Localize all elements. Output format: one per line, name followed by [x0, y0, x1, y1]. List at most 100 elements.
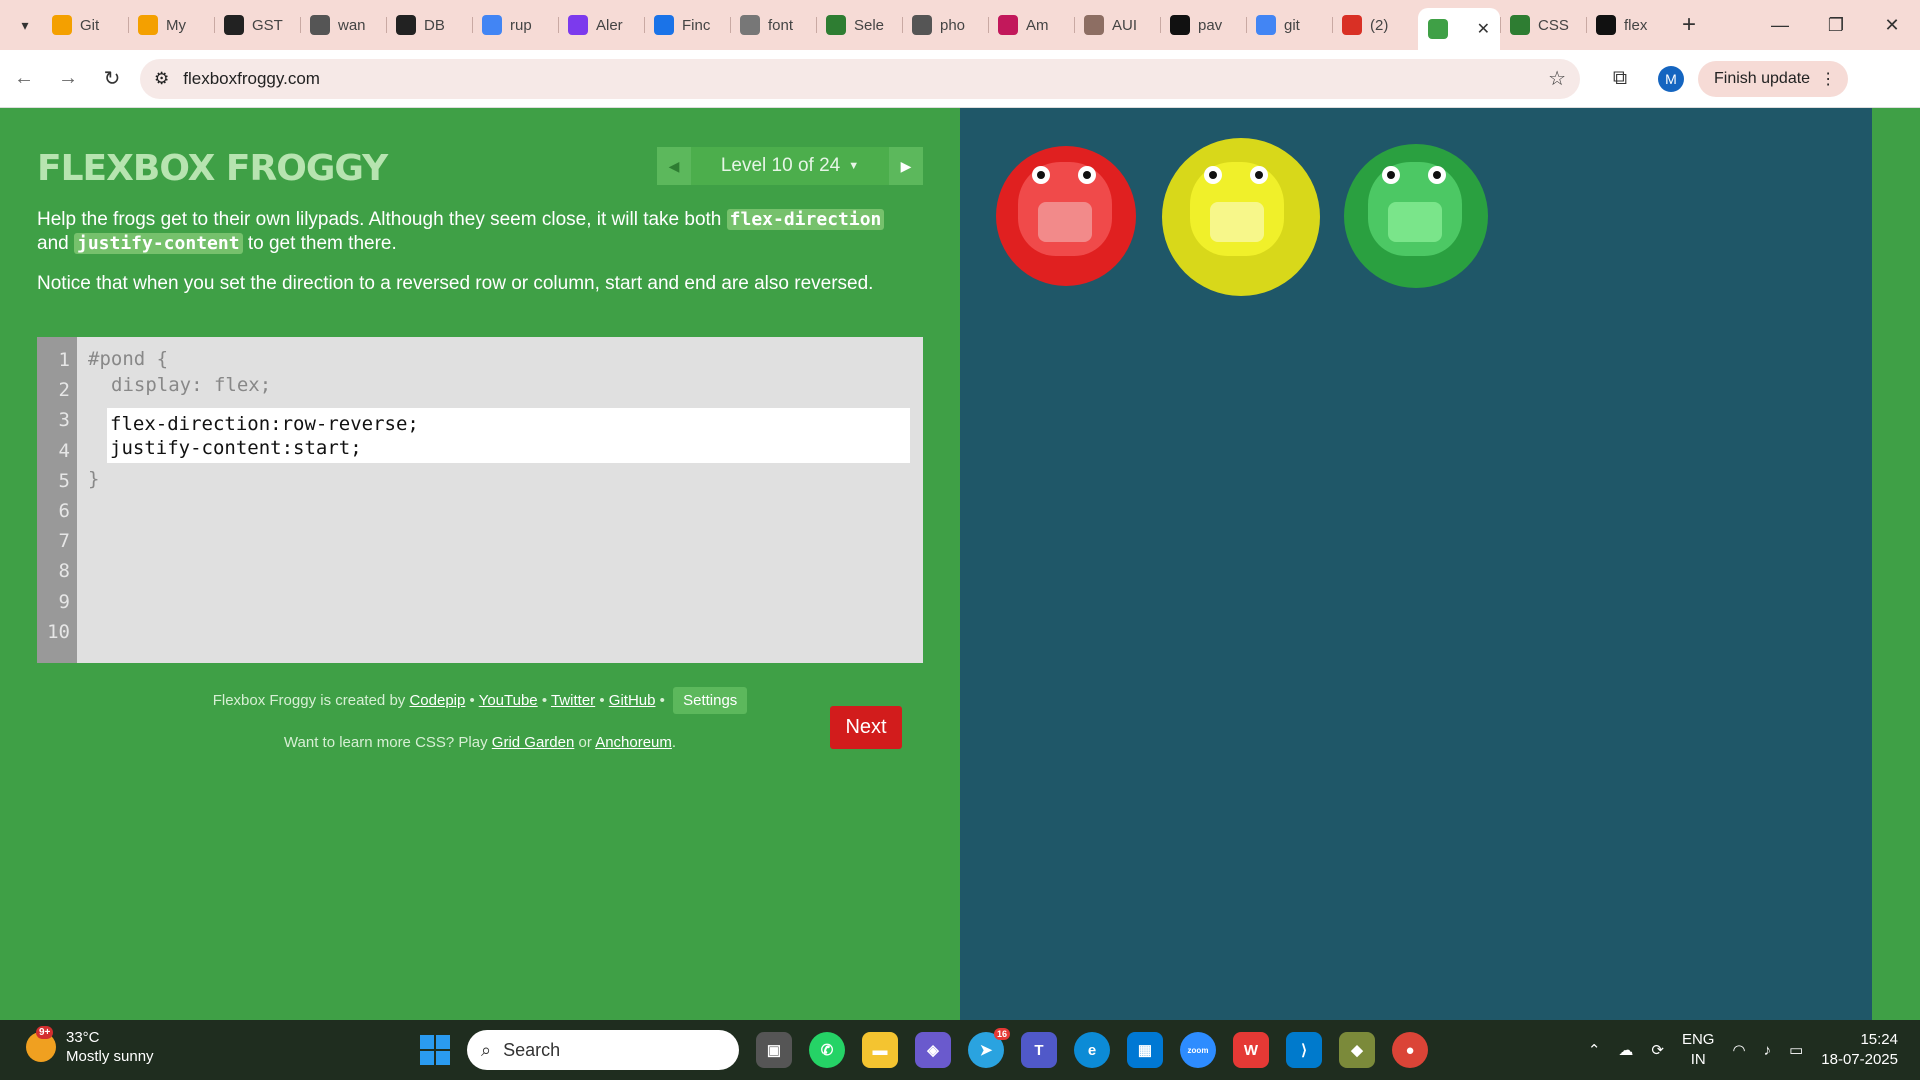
level-dropdown[interactable]: Level 10 of 24 ▼ — [691, 147, 889, 185]
browser-tab[interactable]: (2) — [1332, 5, 1418, 45]
telegram-badge: 16 — [993, 1028, 1010, 1040]
css-input-textarea[interactable]: flex-direction:row-reverse; justify-cont… — [107, 408, 910, 463]
teams-icon[interactable]: T — [1021, 1032, 1057, 1068]
previous-level-icon[interactable]: ◀ — [657, 147, 691, 185]
frog-eye — [1078, 166, 1096, 184]
anchoreum-link[interactable]: Anchoreum — [595, 734, 672, 751]
store-icon[interactable]: ▦ — [1127, 1032, 1163, 1068]
windows-taskbar: 9+ 33°C Mostly sunny ⌕ Search ▣ ✆ ▬ ◈ ➤ 1… — [0, 1020, 1920, 1080]
browser-tab[interactable]: flex — [1586, 5, 1672, 45]
bookmark-star-icon[interactable]: ☆ — [1548, 66, 1566, 91]
browser-tab[interactable]: CSS — [1500, 5, 1586, 45]
browser-tab[interactable]: Git — [42, 5, 128, 45]
youtube-link[interactable]: YouTube — [479, 692, 538, 709]
browser-tab[interactable]: pav — [1160, 5, 1246, 45]
telegram-icon[interactable]: ➤ 16 — [968, 1028, 1010, 1068]
input-line-2[interactable]: justify-content:start; — [110, 437, 362, 459]
vscode-icon[interactable]: ⟩ — [1286, 1032, 1322, 1068]
line-number: 10 — [47, 620, 70, 643]
browser-tab-bar: ▾ Git My GST wan DB rup Aler Finc font Sele pho Am A… — [0, 0, 1920, 50]
line-number: 4 — [58, 439, 70, 462]
tab-search-button[interactable]: ▾ — [8, 8, 42, 42]
codepip-link[interactable]: Codepip — [409, 692, 465, 709]
next-level-icon[interactable]: ▶ — [889, 147, 923, 185]
tab-title: flex — [1624, 16, 1648, 34]
browser-tab[interactable]: Sele — [816, 5, 902, 45]
tab-favicon-icon — [1084, 15, 1104, 35]
weather-widget[interactable]: 9+ 33°C Mostly sunny — [26, 1026, 154, 1066]
bullet-separator: • — [599, 692, 605, 709]
browser-tab[interactable]: My — [128, 5, 214, 45]
browser-tab[interactable]: font — [730, 5, 816, 45]
line-number: 7 — [58, 530, 70, 553]
onedrive-icon[interactable]: ☁ — [1618, 1041, 1633, 1059]
line-number-gutter: 1 2 3 4 5 6 7 8 9 10 — [37, 337, 77, 663]
git-icon[interactable]: ◆ — [1339, 1032, 1375, 1068]
whatsapp-icon[interactable]: ✆ — [809, 1032, 845, 1068]
edge-icon[interactable]: e — [1074, 1032, 1110, 1068]
browser-tab[interactable]: DB — [386, 5, 472, 45]
finish-update-label: Finish update — [1714, 69, 1811, 87]
wifi-icon[interactable]: ◠ — [1732, 1041, 1745, 1059]
file-explorer-icon[interactable]: ▬ — [862, 1032, 898, 1068]
line-number: 9 — [58, 590, 70, 613]
browser-tab[interactable]: GST — [214, 5, 300, 45]
browser-tab[interactable]: rup — [472, 5, 558, 45]
task-view-icon[interactable]: ▣ — [756, 1032, 792, 1068]
input-line-1[interactable]: flex-direction:row-reverse; — [110, 413, 419, 435]
browser-tab[interactable]: git — [1246, 5, 1332, 45]
code-keyword-flex-direction[interactable]: flex-direction — [726, 209, 885, 230]
close-tab-icon[interactable]: ✕ — [1477, 19, 1490, 39]
chevron-up-icon[interactable]: ⌃ — [1588, 1041, 1601, 1059]
line-number: 1 — [58, 349, 70, 371]
taskbar-search-label: Search — [503, 1039, 561, 1060]
learn-more-text: Want to learn more CSS? Play — [283, 734, 488, 751]
wps-icon[interactable]: W — [1233, 1032, 1269, 1068]
restore-icon[interactable]: ❐ — [1808, 0, 1864, 50]
browser-tab[interactable]: ✕ — [1418, 8, 1500, 50]
language-indicator[interactable]: ENG IN — [1682, 1030, 1715, 1070]
back-icon[interactable]: ← — [4, 59, 44, 99]
line-number: 2 — [58, 379, 70, 402]
browser-tab[interactable]: AUI — [1074, 5, 1160, 45]
volume-icon[interactable]: ♪ — [1764, 1042, 1772, 1059]
new-tab-button[interactable]: + — [1672, 11, 1706, 39]
grid-garden-link[interactable]: Grid Garden — [492, 734, 575, 751]
settings-button[interactable]: Settings — [673, 687, 748, 714]
github-link[interactable]: GitHub — [609, 692, 656, 709]
tab-favicon-icon — [138, 15, 158, 35]
twitter-link[interactable]: Twitter — [551, 692, 595, 709]
tab-favicon-icon — [482, 15, 502, 35]
start-windows-icon[interactable] — [420, 1035, 450, 1065]
search-icon: ⌕ — [481, 1039, 492, 1060]
browser-tab[interactable]: Am — [988, 5, 1074, 45]
code-line-close: } — [88, 468, 100, 490]
finish-update-button[interactable]: Finish update ⋮ — [1698, 60, 1849, 97]
minimize-icon[interactable]: — — [1752, 0, 1808, 50]
tab-favicon-icon — [224, 15, 244, 35]
tab-title: AUI — [1112, 16, 1138, 34]
code-keyword-justify-content[interactable]: justify-content — [73, 233, 243, 254]
browser-tab[interactable]: pho — [902, 5, 988, 45]
clock[interactable]: 15:24 18-07-2025 — [1821, 1030, 1898, 1070]
url-omnibox[interactable]: ⚙ flexboxfroggy.com ☆ — [140, 58, 1580, 99]
close-window-icon[interactable]: ✕ — [1864, 0, 1920, 50]
extensions-icon[interactable]: ⧉ — [1600, 59, 1640, 99]
code-line-open: #pond { — [88, 348, 169, 370]
battery-icon[interactable]: ▭ — [1789, 1041, 1803, 1059]
site-info-icon[interactable]: ⚙ — [154, 69, 169, 89]
tab-title: My — [166, 16, 186, 34]
profile-avatar[interactable]: M — [1658, 65, 1684, 92]
browser-tab[interactable]: Aler — [558, 5, 644, 45]
url-text[interactable]: flexboxfroggy.com — [183, 69, 320, 89]
browser-tab[interactable]: Finc — [644, 5, 730, 45]
sync-icon[interactable]: ⟳ — [1651, 1041, 1664, 1059]
forward-icon[interactable]: → — [48, 59, 88, 99]
zoom-icon[interactable]: zoom — [1180, 1032, 1216, 1068]
copilot-icon[interactable]: ◈ — [915, 1032, 951, 1068]
chrome-icon[interactable]: ● — [1392, 1032, 1428, 1068]
frog-belly — [1388, 202, 1442, 242]
taskbar-search[interactable]: ⌕ Search — [467, 1030, 739, 1070]
browser-tab[interactable]: wan — [300, 5, 386, 45]
reload-icon[interactable]: ↻ — [92, 59, 132, 99]
